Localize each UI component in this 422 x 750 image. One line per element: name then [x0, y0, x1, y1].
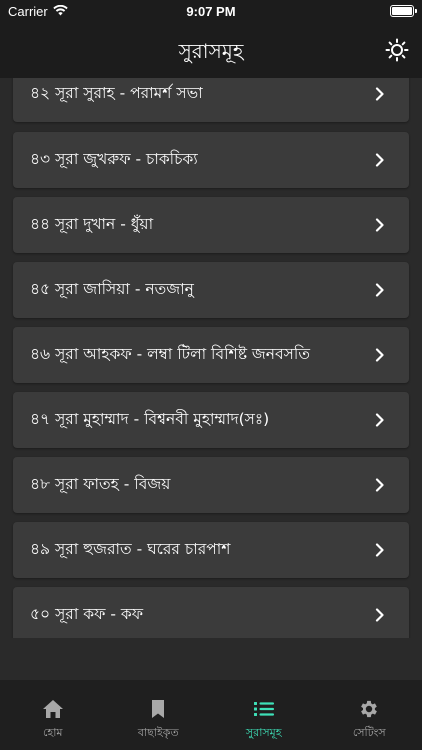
chevron-right-icon — [373, 478, 387, 492]
sun-icon[interactable] — [384, 37, 410, 63]
tab-label: সেটিংস — [352, 726, 386, 739]
status-bar: Carrier 9:07 PM — [0, 0, 422, 24]
surah-label: ৪৫ সূরা জাসিয়া - নতজানু — [30, 280, 194, 298]
surah-label: ৪৮ সূরা ফাতহ - বিজয় — [30, 475, 171, 493]
chevron-right-icon — [373, 543, 387, 557]
surah-label: ৪৩ সূরা জুখরুফ - চাকচিক্য — [30, 150, 198, 168]
tab-home[interactable]: হোম — [0, 680, 106, 750]
surah-label: ৪৬ সূরা আহকফ - লম্বা টিলা বিশিষ্ট জনবসতি — [30, 345, 310, 363]
navigation-bar: সুরাসমূহ — [0, 24, 422, 78]
surah-list[interactable]: ৪২ সূরা সুরাহ - পরামর্শ সভা ৪৩ সূরা জুখর… — [0, 78, 422, 638]
surah-row[interactable]: ৪২ সূরা সুরাহ - পরামর্শ সভা — [13, 78, 409, 122]
surah-row[interactable]: ৪৮ সূরা ফাতহ - বিজয় — [13, 457, 409, 513]
chevron-right-icon — [373, 87, 387, 101]
chevron-right-icon — [373, 348, 387, 362]
tab-bar: হোম বাছাইকৃত সুরাসমূহ সেটিংস — [0, 680, 422, 750]
surah-row[interactable]: ৪৩ সূরা জুখরুফ - চাকচিক্য — [13, 132, 409, 188]
battery-icon — [390, 5, 417, 17]
surah-label: ৫০ সূরা কফ - কফ — [30, 605, 144, 623]
tab-label: হোম — [42, 726, 63, 739]
surah-label: ৪৭ সূরা মুহাম্মাদ - বিশ্বনবী মুহাম্মাদ(স… — [30, 410, 270, 428]
surah-row[interactable]: ৪৫ সূরা জাসিয়া - নতজানু — [13, 262, 409, 318]
surah-label: ৪৪ সূরা দুখান - ধুঁয়া — [30, 215, 154, 233]
surah-row[interactable]: ৪৪ সূরা দুখান - ধুঁয়া — [13, 197, 409, 253]
surah-row[interactable]: ৪৬ সূরা আহকফ - লম্বা টিলা বিশিষ্ট জনবসতি — [13, 327, 409, 383]
surah-row[interactable]: ৪৭ সূরা মুহাম্মাদ - বিশ্বনবী মুহাম্মাদ(স… — [13, 392, 409, 448]
chevron-right-icon — [373, 283, 387, 297]
status-time: 9:07 PM — [186, 4, 236, 19]
surah-label: ৪২ সূরা সুরাহ - পরামর্শ সভা — [30, 84, 203, 102]
page-title: সুরাসমূহ — [178, 39, 244, 63]
tab-settings[interactable]: সেটিংস — [317, 680, 422, 750]
home-icon — [41, 698, 65, 720]
tab-label: বাছাইকৃত — [137, 726, 179, 739]
chevron-right-icon — [373, 413, 387, 427]
bookmark-icon — [146, 698, 170, 720]
gear-icon — [357, 698, 381, 720]
surah-row[interactable]: ৫০ সূরা কফ - কফ — [13, 587, 409, 638]
chevron-right-icon — [373, 218, 387, 232]
surah-row[interactable]: ৪৯ সূরা হুজরাত - ঘরের চারপাশ — [13, 522, 409, 578]
surah-label: ৪৯ সূরা হুজরাত - ঘরের চারপাশ — [30, 540, 231, 558]
chevron-right-icon — [373, 153, 387, 167]
tab-bookmarks[interactable]: বাছাইকৃত — [106, 680, 212, 750]
tab-label: সুরাসমূহ — [245, 726, 282, 739]
chevron-right-icon — [373, 608, 387, 622]
tab-surahs[interactable]: সুরাসমূহ — [211, 680, 317, 750]
list-icon — [252, 698, 276, 720]
